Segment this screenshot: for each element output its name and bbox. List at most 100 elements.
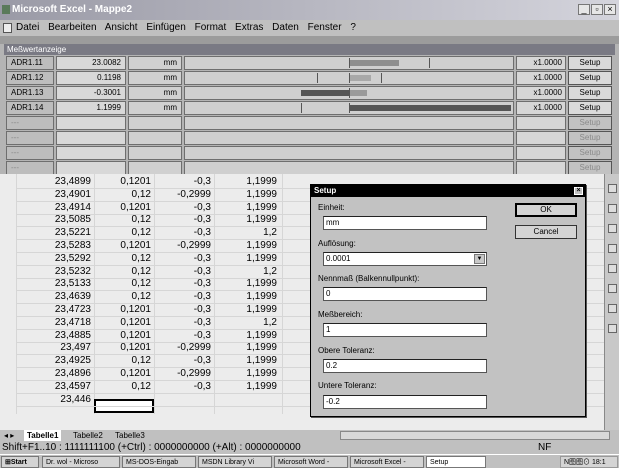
- menu-einfuegen[interactable]: Einfügen: [146, 22, 185, 33]
- table-cell[interactable]: 1,1999: [216, 330, 277, 342]
- table-cell[interactable]: 0,1201: [98, 304, 151, 316]
- row-header[interactable]: [4, 266, 16, 278]
- table-cell[interactable]: 1,1999: [216, 176, 277, 188]
- table-cell[interactable]: 23,4639: [24, 291, 91, 303]
- table-cell[interactable]: 23,4896: [24, 368, 91, 380]
- toolbar-icon[interactable]: [608, 304, 617, 313]
- ok-button[interactable]: OK: [515, 203, 577, 217]
- table-cell[interactable]: -0,3: [158, 266, 211, 278]
- restore-icon[interactable]: ▫: [591, 4, 603, 15]
- toolbar-icon[interactable]: [608, 204, 617, 213]
- toolbar-icon[interactable]: [608, 264, 617, 273]
- table-cell[interactable]: -0,2999: [158, 240, 211, 252]
- toolbar-icon[interactable]: [608, 284, 617, 293]
- toolbar-icon[interactable]: [608, 224, 617, 233]
- table-cell[interactable]: 0,1201: [98, 202, 151, 214]
- setup-button[interactable]: Setup: [568, 56, 612, 70]
- aufloesung-select[interactable]: 0.0001 ▼: [323, 252, 487, 266]
- toolbar-icon[interactable]: [608, 244, 617, 253]
- start-button[interactable]: ⊞Start: [1, 456, 39, 468]
- table-cell[interactable]: 1,2: [216, 317, 277, 329]
- row-header[interactable]: [4, 381, 16, 393]
- table-cell[interactable]: 23,5232: [24, 266, 91, 278]
- row-header[interactable]: [4, 240, 16, 252]
- table-cell[interactable]: 1,1999: [216, 291, 277, 303]
- close-icon[interactable]: ×: [574, 187, 583, 195]
- nennmass-field[interactable]: 0: [323, 287, 487, 301]
- table-cell[interactable]: 0,12: [98, 227, 151, 239]
- table-cell[interactable]: 0,12: [98, 253, 151, 265]
- table-cell[interactable]: -0,2999: [158, 368, 211, 380]
- table-cell[interactable]: 1,1999: [216, 381, 277, 393]
- table-cell[interactable]: 0,12: [98, 266, 151, 278]
- table-cell[interactable]: 1,1999: [216, 342, 277, 354]
- table-cell[interactable]: 0,1201: [98, 317, 151, 329]
- untere-toleranz-field[interactable]: -0.2: [323, 395, 487, 409]
- table-cell[interactable]: 1,1999: [216, 202, 277, 214]
- task-item[interactable]: MS-DOS-Eingab: [122, 456, 196, 468]
- row-header[interactable]: [4, 189, 16, 201]
- table-cell[interactable]: 23,446: [24, 394, 91, 406]
- menu-format[interactable]: Format: [195, 22, 227, 33]
- table-cell[interactable]: 1,1999: [216, 214, 277, 226]
- table-cell[interactable]: 0,12: [98, 214, 151, 226]
- table-cell[interactable]: 0,1201: [98, 240, 151, 252]
- task-item[interactable]: Dr. wol - Microso: [42, 456, 120, 468]
- table-cell[interactable]: 23,4925: [24, 355, 91, 367]
- table-cell[interactable]: [158, 394, 211, 406]
- table-cell[interactable]: -0,3: [158, 317, 211, 329]
- document-icon[interactable]: [3, 23, 12, 33]
- tab-tabelle1[interactable]: Tabelle1: [24, 430, 62, 441]
- menu-datei[interactable]: Datei: [16, 22, 39, 33]
- tab-tabelle3[interactable]: Tabelle3: [112, 430, 148, 441]
- setup-button[interactable]: Setup: [568, 101, 612, 115]
- setup-button[interactable]: Setup: [568, 71, 612, 85]
- table-cell[interactable]: 0,12: [98, 278, 151, 290]
- table-cell[interactable]: 1,1999: [216, 189, 277, 201]
- row-header[interactable]: [4, 342, 16, 354]
- cancel-button[interactable]: Cancel: [515, 225, 577, 239]
- menu-bearbeiten[interactable]: Bearbeiten: [48, 22, 96, 33]
- task-item-active[interactable]: Setup: [426, 456, 486, 468]
- row-header[interactable]: [4, 355, 16, 367]
- row-header[interactable]: [4, 304, 16, 316]
- table-cell[interactable]: 1,1999: [216, 253, 277, 265]
- menu-fenster[interactable]: Fenster: [308, 22, 342, 33]
- table-cell[interactable]: -0,3: [158, 278, 211, 290]
- table-cell[interactable]: 1,2: [216, 266, 277, 278]
- setup-button[interactable]: Setup: [568, 86, 612, 100]
- table-cell[interactable]: 1,1999: [216, 240, 277, 252]
- obere-toleranz-field[interactable]: 0.2: [323, 359, 487, 373]
- table-cell[interactable]: -0,3: [158, 253, 211, 265]
- table-cell[interactable]: -0,3: [158, 304, 211, 316]
- table-cell[interactable]: 23,5133: [24, 278, 91, 290]
- table-cell[interactable]: 23,4718: [24, 317, 91, 329]
- row-header[interactable]: [4, 368, 16, 380]
- table-cell[interactable]: 23,4899: [24, 176, 91, 188]
- table-cell[interactable]: -0,3: [158, 355, 211, 367]
- menu-extras[interactable]: Extras: [235, 22, 263, 33]
- row-header[interactable]: [4, 176, 16, 188]
- table-cell[interactable]: -0,3: [158, 227, 211, 239]
- table-cell[interactable]: 23,4885: [24, 330, 91, 342]
- chevron-down-icon[interactable]: ▼: [474, 254, 485, 264]
- table-cell[interactable]: 23,5221: [24, 227, 91, 239]
- task-item[interactable]: Microsoft Excel -: [350, 456, 424, 468]
- toolbar-icon[interactable]: [608, 184, 617, 193]
- row-header[interactable]: [4, 317, 16, 329]
- table-cell[interactable]: 23,5283: [24, 240, 91, 252]
- table-cell[interactable]: 0,1201: [98, 176, 151, 188]
- table-cell[interactable]: 23,4597: [24, 381, 91, 393]
- einheit-field[interactable]: mm: [323, 216, 487, 230]
- vertical-scrollbar[interactable]: [604, 174, 619, 430]
- row-header[interactable]: [4, 394, 16, 406]
- table-cell[interactable]: 23,4914: [24, 202, 91, 214]
- row-header[interactable]: [4, 253, 16, 265]
- row-header[interactable]: [4, 227, 16, 239]
- table-cell[interactable]: 1,1999: [216, 304, 277, 316]
- horizontal-scrollbar[interactable]: [340, 431, 610, 440]
- tab-tabelle2[interactable]: Tabelle2: [70, 430, 106, 441]
- minimize-icon[interactable]: _: [578, 4, 590, 15]
- task-item[interactable]: Microsoft Word -: [274, 456, 348, 468]
- close-icon[interactable]: ×: [604, 4, 616, 15]
